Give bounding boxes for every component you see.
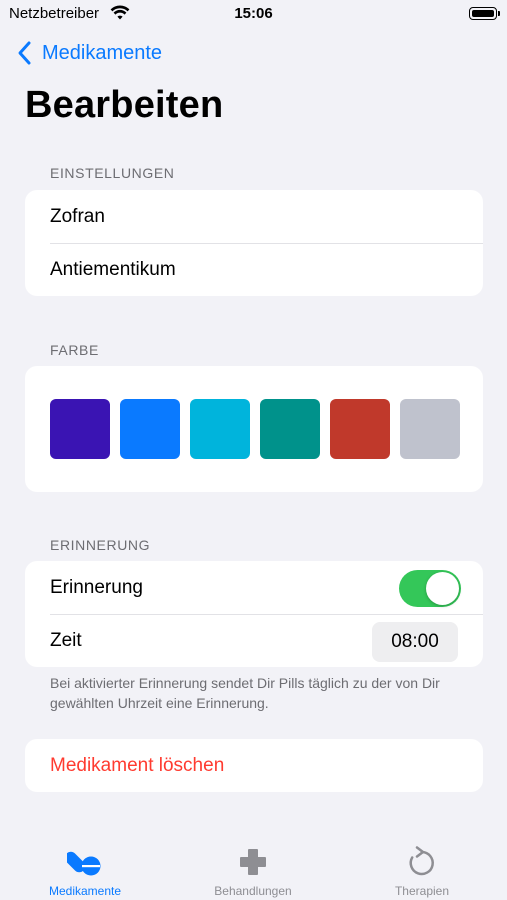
- reminder-toggle[interactable]: [399, 570, 461, 607]
- color-swatch-cyan[interactable]: [190, 399, 250, 459]
- section-header-color: FARBE: [50, 342, 99, 358]
- tab-bar: Medikamente Behandlungen Therapien: [0, 832, 507, 900]
- medical-cross-icon: [240, 849, 266, 875]
- section-header-reminder: ERINNERUNG: [50, 537, 151, 553]
- section-header-settings: EINSTELLUNGEN: [50, 165, 175, 181]
- tab-label-medikamente: Medikamente: [48, 884, 122, 898]
- color-swatch-teal[interactable]: [260, 399, 320, 459]
- tab-label-therapien: Therapien: [394, 884, 450, 898]
- reminder-footnote: Bei aktivierter Erinnerung sendet Dir Pi…: [50, 675, 440, 711]
- pills-icon: [67, 851, 101, 876]
- page-title: Bearbeiten: [25, 84, 224, 126]
- chevron-left-icon: [18, 41, 31, 65]
- refresh-icon: [409, 846, 434, 876]
- delete-medication-button[interactable]: Medikament löschen: [25, 739, 483, 792]
- medication-name-field[interactable]: Zofran: [25, 190, 483, 243]
- time-row: Zeit 08:00: [25, 614, 483, 667]
- color-swatch-gray[interactable]: [400, 399, 460, 459]
- settings-card: Zofran Antiementikum: [25, 190, 483, 296]
- tab-label-behandlungen: Behandlungen: [214, 884, 292, 898]
- reminder-row: Erinnerung: [25, 561, 483, 614]
- color-swatch-purple[interactable]: [50, 399, 110, 459]
- battery-icon: [469, 7, 500, 20]
- medication-category-field[interactable]: Antiementikum: [25, 243, 483, 296]
- reminder-label: Erinnerung: [50, 576, 143, 598]
- color-swatch-red[interactable]: [330, 399, 390, 459]
- reminder-card: Erinnerung Zeit 08:00: [25, 561, 483, 667]
- color-card: [25, 366, 483, 492]
- back-button-label: Medikamente: [42, 41, 163, 64]
- back-button[interactable]: Medikamente: [14, 38, 162, 68]
- tab-behandlungen[interactable]: Behandlungen: [183, 846, 323, 898]
- delete-card: Medikament löschen: [25, 739, 483, 792]
- time-label: Zeit: [50, 629, 82, 651]
- tab-therapien[interactable]: Therapien: [352, 846, 492, 898]
- tab-medikamente[interactable]: Medikamente: [15, 846, 155, 898]
- status-bar: Netzbetreiber 15:06: [0, 0, 507, 30]
- color-swatch-list: [50, 399, 460, 459]
- status-time: 15:06: [234, 5, 273, 22]
- toggle-knob: [426, 572, 459, 605]
- time-picker[interactable]: 08:00: [372, 622, 458, 662]
- color-swatch-blue[interactable]: [120, 399, 180, 459]
